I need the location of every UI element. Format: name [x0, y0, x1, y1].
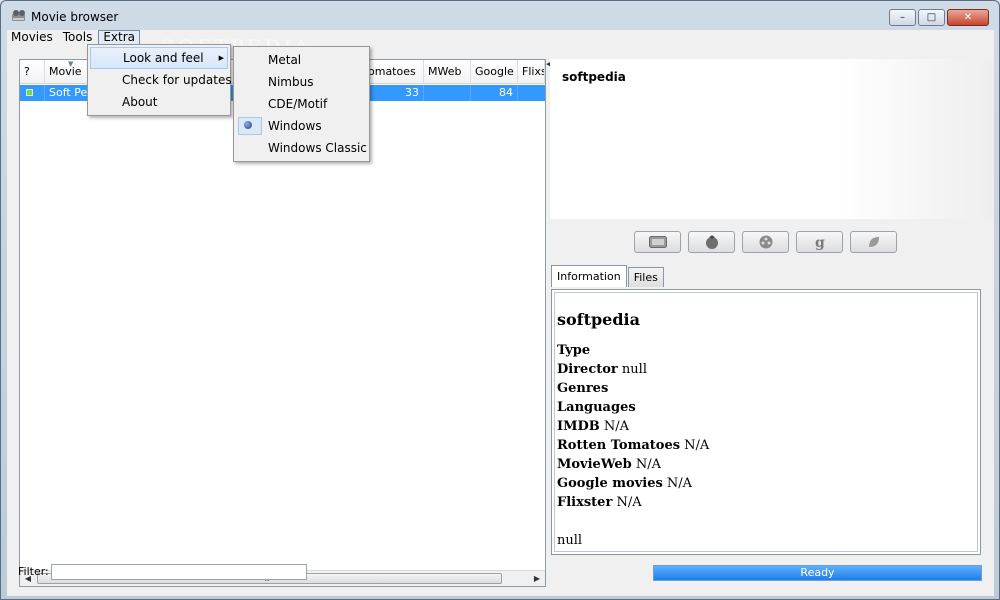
column-header-status[interactable]: ? — [20, 60, 45, 84]
info-field-languages: Languages — [557, 400, 636, 415]
menu-item-windows[interactable]: Windows — [236, 115, 367, 137]
preview-title: softpedia — [562, 70, 626, 84]
column-header-tomatoes[interactable]: omatoes — [364, 60, 424, 84]
info-field-director: Director null — [557, 362, 647, 377]
info-field-movieweb: MovieWeb N/A — [557, 457, 662, 472]
info-field-type: Type — [557, 343, 591, 358]
menu-movies[interactable]: Movies — [7, 30, 57, 46]
maximize-button[interactable]: □ — [918, 9, 945, 26]
google-button[interactable]: g — [796, 231, 843, 253]
detail-tabs: Information Files — [551, 265, 665, 287]
flixster-icon — [868, 237, 879, 247]
menu-item-about[interactable]: About — [90, 91, 228, 113]
filter-label: Filter: — [18, 565, 49, 578]
app-icon — [12, 10, 25, 21]
tomato-icon — [705, 235, 718, 249]
row-tomatoes-cell: 33 — [364, 85, 424, 101]
look-and-feel-submenu: Metal Nimbus CDE/Motif Windows Windows C… — [233, 46, 370, 162]
info-field-google-movies: Google movies N/A — [557, 476, 693, 491]
rotten-tomatoes-button[interactable] — [688, 231, 735, 253]
movie-preview: softpedia — [550, 59, 994, 219]
close-button[interactable]: ✕ — [947, 9, 989, 26]
menu-item-label: Windows — [268, 119, 322, 133]
row-status-cell — [20, 85, 45, 101]
tab-information[interactable]: Information — [551, 265, 627, 287]
site-button-row: g — [634, 231, 897, 253]
checkbox-icon[interactable] — [26, 89, 33, 96]
column-header-google[interactable]: Google — [471, 60, 518, 84]
column-header-flixster[interactable]: Flixs — [518, 60, 545, 84]
menu-item-check-for-updates[interactable]: Check for updates — [90, 69, 232, 91]
imdb-button[interactable] — [634, 231, 681, 253]
window-controls: – □ ✕ — [889, 9, 989, 26]
info-field-rotten-tomatoes: Rotten Tomatoes N/A — [557, 438, 710, 453]
info-field-genres: Genres — [557, 381, 609, 396]
row-flixster-cell — [518, 85, 545, 101]
scroll-right-icon[interactable]: ▶ — [529, 571, 545, 587]
sort-arrow-icon: ▼ — [68, 60, 74, 68]
svg-text:g: g — [815, 235, 825, 250]
window-title: Movie browser — [31, 10, 119, 24]
row-mweb-cell — [424, 85, 471, 101]
movieweb-icon — [759, 235, 772, 249]
info-field-flixster: Flixster N/A — [557, 495, 642, 510]
flixster-button[interactable] — [850, 231, 897, 253]
menu-item-label: Look and feel — [123, 51, 204, 65]
info-footer: null — [557, 533, 583, 548]
radio-selected-icon — [244, 121, 252, 129]
menu-item-nimbus[interactable]: Nimbus — [236, 71, 367, 93]
info-heading: softpedia — [557, 310, 640, 329]
column-header-mweb[interactable]: MWeb — [424, 60, 471, 84]
google-icon: g — [815, 235, 825, 250]
status-progress-bar: Ready — [653, 565, 982, 581]
tab-files[interactable]: Files — [627, 267, 664, 287]
row-google-cell: 84 — [471, 85, 518, 101]
minimize-button[interactable]: – — [889, 9, 916, 26]
title-bar[interactable]: Movie browser – □ ✕ — [1, 1, 999, 31]
menu-item-cde-motif[interactable]: CDE/Motif — [236, 93, 367, 115]
menu-item-metal[interactable]: Metal — [236, 49, 367, 71]
submenu-arrow-icon: ▶ — [218, 54, 224, 62]
information-panel: softpedia Type Director null Genres Lang… — [551, 289, 981, 555]
imdb-icon — [648, 236, 667, 248]
movieweb-button[interactable] — [742, 231, 789, 253]
menu-item-look-and-feel[interactable]: Look and feel ▶ — [90, 47, 228, 69]
info-field-imdb: IMDB N/A — [557, 419, 630, 434]
information-content: softpedia Type Director null Genres Lang… — [557, 310, 709, 550]
filter-input[interactable] — [51, 564, 307, 580]
menu-item-windows-classic[interactable]: Windows Classic — [236, 137, 367, 159]
extra-menu: Look and feel ▶ Check for updates About — [87, 44, 232, 116]
